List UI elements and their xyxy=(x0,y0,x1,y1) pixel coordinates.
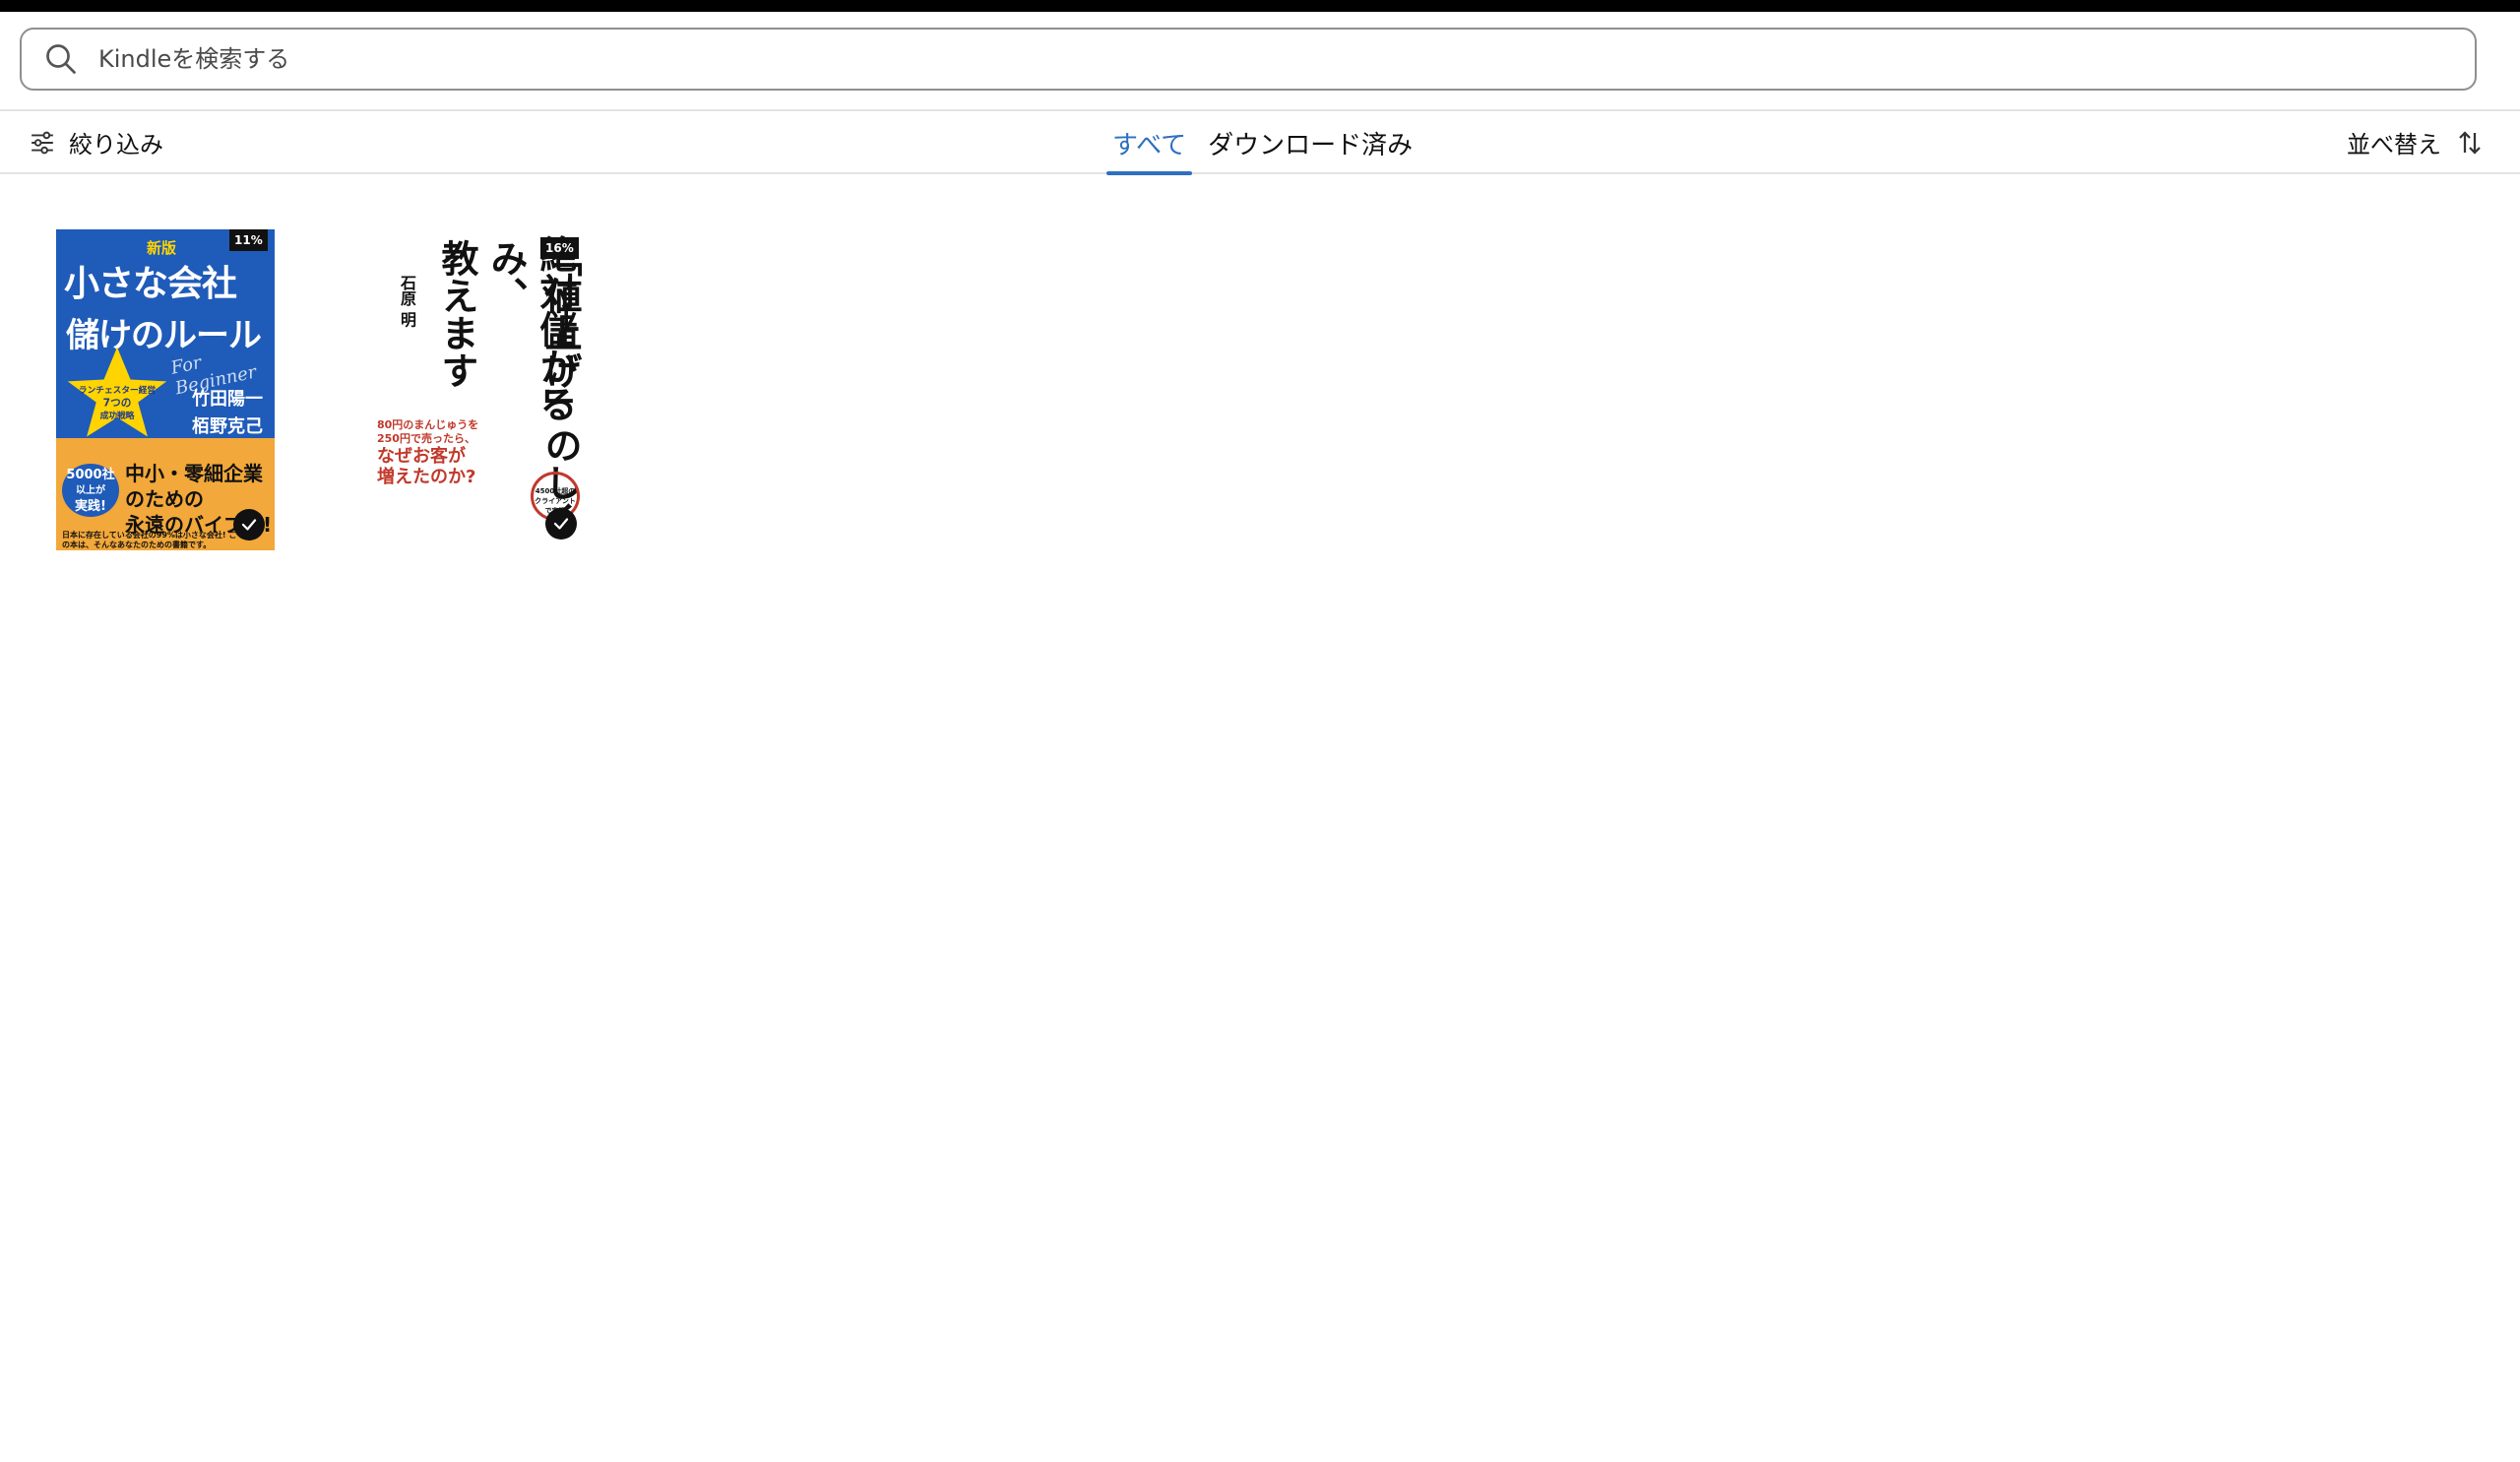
cover-sub-line1: 80円のまんじゅうを xyxy=(377,418,479,431)
cover-subtitle-2: のための xyxy=(125,487,204,511)
circle-text-2: 以上が xyxy=(76,485,105,496)
downloaded-check-icon xyxy=(545,508,577,540)
circle-text-1: 5000社 xyxy=(66,468,115,482)
cover-subtitle-large: なぜお客が 増えたのか? xyxy=(377,446,475,487)
tab-all[interactable]: すべて xyxy=(1104,111,1194,175)
search-icon xyxy=(46,44,76,74)
sort-arrows-icon xyxy=(2459,130,2481,155)
cover-sub-line4: 増えたのか? xyxy=(377,467,476,487)
downloaded-check-icon xyxy=(233,509,265,540)
book-cover-chiisana-kaisha[interactable]: 新版 小さな会社 儲けのルール ランチェスター経営 7つの 成功戦略 For B… xyxy=(56,229,275,550)
cover-title-col3: 教えます xyxy=(435,239,479,389)
cover-author: 石原 明 xyxy=(398,275,416,328)
cover-subtitle-small: 80円のまんじゅうを 250円で売ったら、 xyxy=(377,418,478,446)
library-tabs: すべて ダウンロード済み xyxy=(1104,111,1420,175)
circle-text-3: 実践! xyxy=(75,499,106,514)
filter-label: 絞り込み xyxy=(69,131,163,159)
cover-circle-badge: 5000社 以上が 実践! xyxy=(62,464,119,517)
search-bar[interactable] xyxy=(20,28,2477,91)
cover-subtitle-1: 中小・零細企業 xyxy=(125,462,263,485)
star-text-3: 成功戦略 xyxy=(100,410,135,421)
star-emblem-icon: ランチェスター経営 7つの 成功戦略 xyxy=(67,347,167,437)
reading-progress-badge: 11% xyxy=(229,229,268,251)
cover-sub-line2: 250円で売ったら、 xyxy=(377,432,475,445)
cover-author-1: 竹田陽一 xyxy=(192,389,263,410)
cover-author-2: 栢野克己 xyxy=(192,416,263,437)
cover-sub-line3: なぜお客が xyxy=(377,446,466,467)
cover-footer: 日本に存在している会社の99%は小さな会社! この本は、そんなあなたのための書籍… xyxy=(62,531,237,549)
top-status-bar xyxy=(0,0,2520,12)
sort-label: 並べ替え xyxy=(2347,131,2441,159)
filter-button[interactable]: 絞り込み xyxy=(30,125,163,159)
filter-sliders-icon xyxy=(32,131,53,154)
tab-downloaded[interactable]: ダウンロード済み xyxy=(1200,111,1420,174)
tab-downloaded-label: ダウンロード済み xyxy=(1208,130,1414,160)
search-input[interactable] xyxy=(96,33,2475,85)
reading-progress-badge: 16% xyxy=(540,237,579,259)
library-toolbar: 絞り込み すべて ダウンロード済み 並べ替え xyxy=(0,109,2520,175)
star-text-1: ランチェスター経営 xyxy=(79,384,157,396)
book-cover-neage-no-shikumi[interactable]: 絶対儲かる 「値上げ」のしくみ、 教えます 石原 明 80円のまんじゅうを 25… xyxy=(373,229,582,550)
sort-button[interactable]: 並べ替え xyxy=(2347,125,2485,159)
tab-all-label: すべて xyxy=(1112,130,1187,160)
cover-title-line1: 小さな会社 xyxy=(64,264,237,304)
active-tab-indicator xyxy=(1106,171,1193,175)
star-text-2: 7つの xyxy=(103,397,132,410)
